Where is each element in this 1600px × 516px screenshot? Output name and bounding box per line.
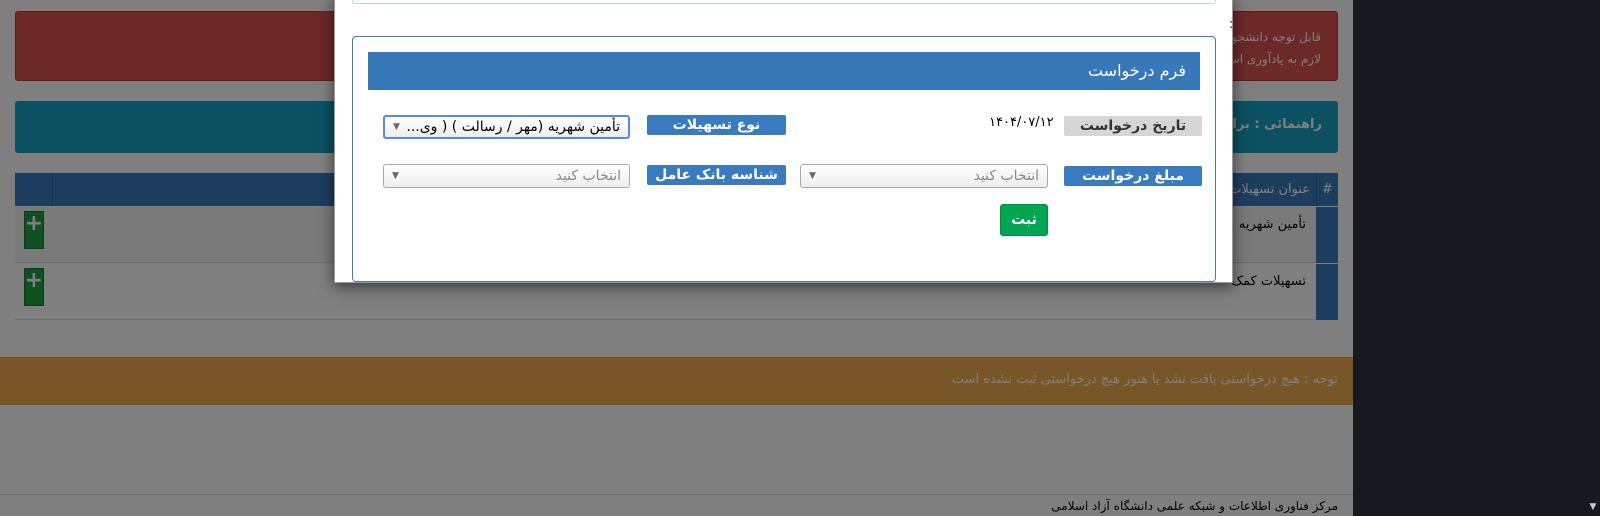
request-date-value: ۱۴۰۴/۰۷/۱۲ xyxy=(989,115,1054,130)
amount-select[interactable]: انتخاب کنید ▼ xyxy=(800,164,1048,188)
bank-id-placeholder: انتخاب کنید xyxy=(555,168,621,184)
scroll-down-icon[interactable]: ▼ xyxy=(1588,502,1598,512)
form-title: فرم درخواست xyxy=(368,52,1200,90)
request-date-label: تاریخ درخواست xyxy=(1064,116,1202,136)
request-modal: : فرم درخواست تاریخ درخواست ۱۴۰۴/۰۷/۱۲ ن… xyxy=(334,0,1233,283)
chevron-down-icon: ▼ xyxy=(393,122,400,132)
modal-top-box xyxy=(352,0,1216,4)
facility-type-select[interactable]: تأمین شهریه (مهر / رسالت ) ( وی... ▼ xyxy=(383,115,630,139)
chevron-down-icon: ▼ xyxy=(392,171,399,181)
scrollbar-track[interactable] xyxy=(1353,0,1600,516)
facility-type-value: تأمین شهریه (مهر / رسالت ) ( وی... xyxy=(406,119,620,135)
modal-colon: : xyxy=(1229,17,1234,32)
amount-label: مبلغ درخواست xyxy=(1064,166,1202,186)
submit-button[interactable]: ثبت xyxy=(1000,204,1048,236)
request-form-panel: فرم درخواست تاریخ درخواست ۱۴۰۴/۰۷/۱۲ نوع… xyxy=(352,36,1216,282)
chevron-down-icon: ▼ xyxy=(809,171,816,181)
bank-id-label: شناسه بانک عامل xyxy=(647,165,786,185)
amount-placeholder: انتخاب کنید xyxy=(973,168,1039,184)
facility-type-label: نوع تسهیلات xyxy=(647,115,786,135)
bank-id-select[interactable]: انتخاب کنید ▼ xyxy=(383,164,630,188)
